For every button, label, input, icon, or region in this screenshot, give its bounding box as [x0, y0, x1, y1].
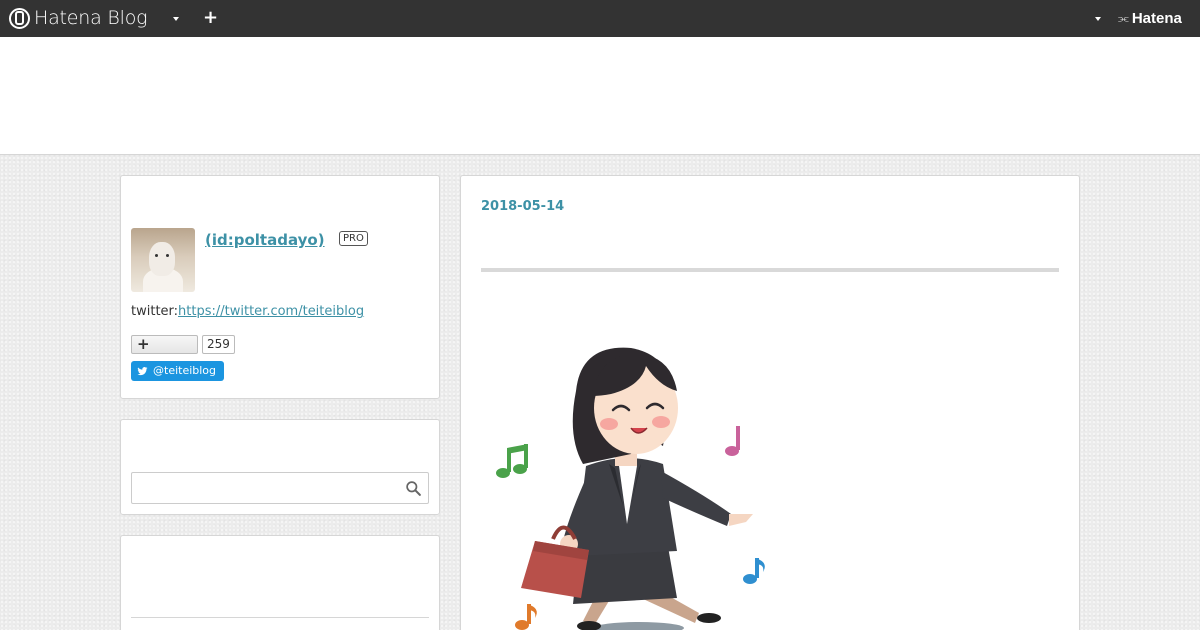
search-input[interactable]	[131, 472, 429, 504]
avatar-eye	[166, 254, 169, 257]
menu-chevron-down-icon[interactable]	[173, 17, 179, 21]
blog-header	[0, 37, 1200, 155]
twitter-handle: @teiteiblog	[153, 364, 217, 377]
divider	[131, 617, 429, 618]
businesswoman-illustration	[496, 347, 765, 630]
profile-id-link[interactable]: (id:poltadayo)	[205, 231, 325, 249]
hatena-blog-logo[interactable]: Hatena Blog	[9, 7, 148, 29]
new-post-button[interactable]: +	[203, 7, 218, 29]
twitter-url-link[interactable]: https://twitter.com/teiteiblog	[178, 304, 364, 319]
hatena-logo-icon	[9, 7, 30, 29]
avatar-head	[149, 242, 175, 276]
global-header: Hatena Blog + ⫘ Hatena	[0, 0, 1200, 37]
profile-description: twitter:https://twitter.com/teiteiblog	[131, 304, 364, 319]
avatar-eye	[155, 254, 158, 257]
music-note-icon	[515, 604, 537, 630]
account-chevron-down-icon[interactable]	[1095, 17, 1101, 21]
music-note-icon	[725, 426, 740, 456]
entry-article: 2018-05-14	[460, 175, 1080, 630]
search-module	[120, 419, 440, 515]
avatar[interactable]	[131, 228, 195, 292]
brand-name: Hatena Blog	[34, 7, 148, 29]
entry-date[interactable]: 2018-05-14	[481, 199, 564, 214]
pro-badge: PRO	[339, 231, 368, 246]
twitter-bird-icon	[137, 366, 148, 375]
follow-button[interactable]: +	[131, 335, 198, 354]
hatena-link[interactable]: ⫘ Hatena	[1118, 10, 1182, 27]
profile-module: (id:poltadayo) PRO twitter:https://twitt…	[120, 175, 440, 399]
music-note-icon	[496, 444, 528, 478]
sidebar-module	[120, 535, 440, 630]
follower-count: 259	[202, 335, 235, 354]
entry-title-divider	[481, 268, 1059, 272]
hatena-brand: Hatena	[1131, 10, 1182, 27]
twitter-label: twitter:	[131, 304, 179, 319]
music-note-icon	[743, 558, 765, 584]
hatena-mark-icon: ⫘	[1118, 11, 1129, 25]
twitter-follow-button[interactable]: @teiteiblog	[131, 361, 225, 381]
search-icon[interactable]	[405, 480, 422, 497]
